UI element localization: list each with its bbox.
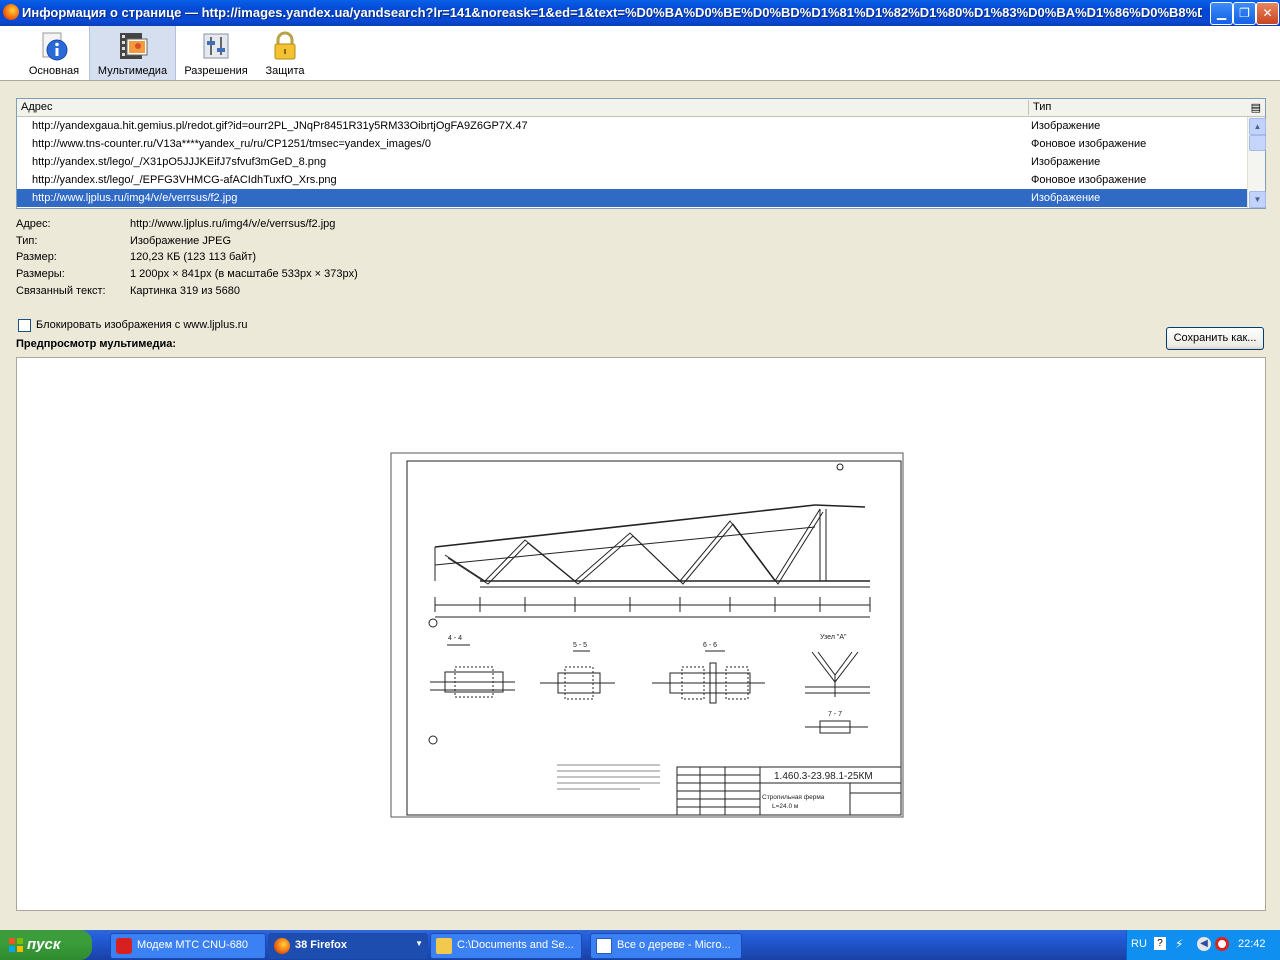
section-label: 6 - 6 [703,642,717,649]
taskbar-item-firefox[interactable]: 38 Firefox ▼ [268,933,428,959]
save-as-button[interactable]: Сохранить как... [1166,327,1264,350]
column-picker-icon[interactable]: ▤ [1251,101,1261,114]
maximize-button[interactable]: ❐ [1233,2,1256,25]
item-address: http://yandex.st/lego/_/EPFG3VHMCG-afACI… [32,174,337,186]
word-doc-icon [596,938,612,954]
item-address: http://www.ljplus.ru/img4/v/e/verrsus/f2… [32,192,238,204]
tab-label: Защита [265,65,305,77]
media-preview: 4 - 4 5 - 5 6 - 6 Узел "А" 7 - 7 1.460.3… [16,357,1266,911]
start-label: пуск [27,936,61,953]
tab-label: Основная [28,65,80,77]
item-type: Изображение [1031,156,1101,168]
help-icon[interactable]: ? [1154,937,1166,950]
folder-icon [436,938,452,954]
column-address[interactable]: Адрес [21,101,53,113]
page-info-toolbar: Основная Мультимедиа Разрешения Защита [0,26,1280,81]
list-item[interactable]: http://yandex.st/lego/_/X31pO5JJJKEifJ7s… [17,153,1247,171]
block-images-label[interactable]: Блокировать изображения с www.ljplus.ru [36,319,248,331]
item-type: Изображение [1031,192,1101,204]
block-images-checkbox[interactable] [18,319,31,332]
opera-icon[interactable] [1215,937,1229,951]
minimize-button[interactable]: ▁ [1210,2,1233,25]
tab-label: Мультимедиа [97,65,168,77]
tab-permissions[interactable]: Разрешения [180,26,252,80]
taskbar: пуск Модем МТС CNU-680 38 Firefox ▼ C:\D… [0,930,1280,960]
firefox-icon [274,938,290,954]
node-label: Узел "А" [820,634,847,641]
back-icon[interactable]: ◀ [1197,937,1211,951]
item-type: Фоновое изображение [1031,174,1147,186]
list-item-selected[interactable]: http://www.ljplus.ru/img4/v/e/verrsus/f2… [17,189,1247,207]
drawing-name: Стропильная ферма [762,794,825,801]
film-icon [119,33,147,59]
system-tray: RU ? ⚡ ◀ 22:42 [1126,930,1280,960]
item-type: Фоновое изображение [1031,138,1147,150]
taskbar-item-modem[interactable]: Модем МТС CNU-680 [110,933,266,959]
network-icon[interactable]: ⚡ [1175,937,1183,951]
list-scrollbar[interactable]: ▲ ▼ [1247,117,1266,208]
section-label: 4 - 4 [448,635,462,642]
drawing-span: L=24.0 м [772,803,799,810]
taskbar-item-explorer[interactable]: C:\Documents and Se... [430,933,582,959]
windows-flag-icon [9,938,23,952]
close-button[interactable]: ✕ [1256,2,1279,25]
item-address: http://yandexgaua.hit.gemius.pl/redot.gi… [32,120,528,132]
lock-icon [274,31,296,60]
list-item[interactable]: http://yandex.st/lego/_/EPFG3VHMCG-afACI… [17,171,1247,189]
list-header: Адрес Тип ▤ [17,99,1265,117]
section-label: 5 - 5 [573,642,587,649]
tab-label: Разрешения [184,65,248,77]
scroll-down-icon[interactable]: ▼ [1249,191,1266,208]
list-item[interactable]: http://www.tns-counter.ru/V13a****yandex… [17,135,1247,153]
media-list[interactable]: Адрес Тип ▤ http://yandexgaua.hit.gemius… [16,98,1266,209]
list-item[interactable]: http://yandexgaua.hit.gemius.pl/redot.gi… [17,117,1247,135]
item-type: Изображение [1031,120,1101,132]
column-type[interactable]: Тип [1033,101,1051,113]
item-address: http://yandex.st/lego/_/X31pO5JJJKEifJ7s… [32,156,327,168]
truss-drawing: 4 - 4 5 - 5 6 - 6 Узел "А" 7 - 7 1.460.3… [390,452,904,818]
scroll-thumb[interactable] [1249,135,1266,151]
window-title: Информация о странице — http://images.ya… [22,5,1202,20]
start-button[interactable]: пуск [0,930,92,960]
title-bar[interactable]: Информация о странице — http://images.ya… [0,0,1280,26]
firefox-icon [3,4,19,20]
language-indicator[interactable]: RU [1131,938,1147,950]
tab-security[interactable]: Защита [258,26,312,80]
chevron-down-icon[interactable]: ▼ [415,939,423,948]
scroll-up-icon[interactable]: ▲ [1249,118,1266,135]
tab-multimedia[interactable]: Мультимедиа [89,26,176,80]
preview-label: Предпросмотр мультимедиа: [16,338,177,350]
item-address: http://www.tns-counter.ru/V13a****yandex… [32,138,431,150]
section-label: 7 - 7 [828,711,842,718]
clock[interactable]: 22:42 [1238,938,1266,950]
sliders-icon [203,33,229,59]
info-icon [42,32,68,61]
modem-icon [116,938,132,954]
drawing-code: 1.460.3-23.98.1-25КМ [774,771,873,782]
taskbar-item-word[interactable]: Все о дереве - Micro... [590,933,742,959]
tab-general[interactable]: Основная [22,26,86,80]
